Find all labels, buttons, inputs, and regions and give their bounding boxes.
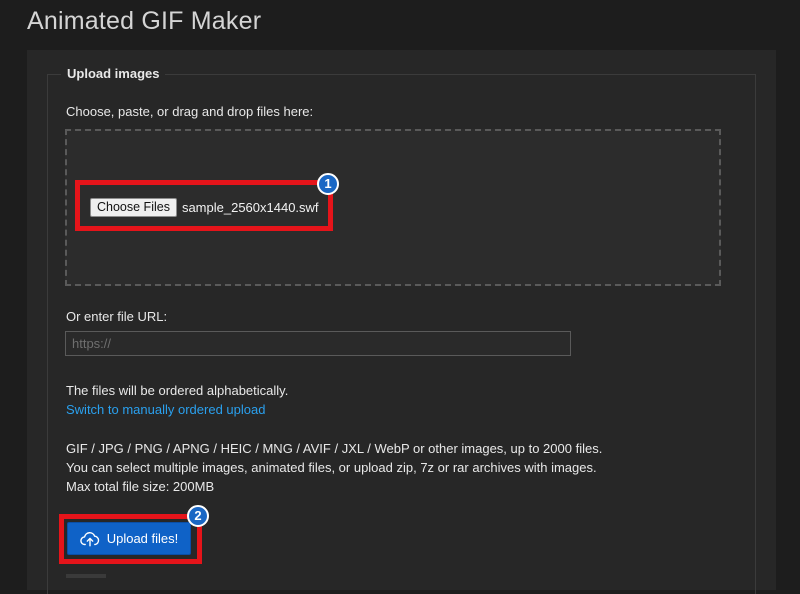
order-note: The files will be ordered alphabetically… <box>66 383 289 398</box>
annotation-highlight-1 <box>75 180 333 231</box>
formats-info: GIF / JPG / PNG / APNG / HEIC / MNG / AV… <box>66 441 603 456</box>
annotation-highlight-2 <box>59 514 202 564</box>
upload-legend: Upload images <box>61 66 166 82</box>
max-size-info: Max total file size: 200MB <box>66 479 215 494</box>
step-badge-1: 1 <box>317 173 339 195</box>
url-label: Or enter file URL: <box>66 309 168 324</box>
step-badge-2: 2 <box>187 505 209 527</box>
page-title: Animated GIF Maker <box>27 7 262 35</box>
content-edge <box>66 574 106 578</box>
upload-instructions: Choose, paste, or drag and drop files he… <box>66 104 314 119</box>
manual-order-link[interactable]: Switch to manually ordered upload <box>66 402 265 418</box>
file-url-input[interactable] <box>65 331 571 356</box>
archives-info: You can select multiple images, animated… <box>66 460 597 475</box>
